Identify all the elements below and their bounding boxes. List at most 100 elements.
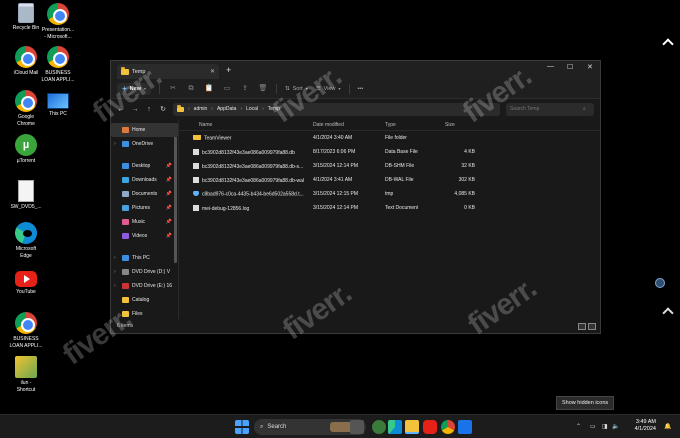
copilot-icon[interactable] bbox=[655, 278, 665, 288]
desktop-shortcut[interactable]: µ µTorrent bbox=[4, 134, 48, 165]
sidebar-item[interactable]: Desktop 📌 bbox=[111, 159, 178, 173]
search-box[interactable]: ⌕ bbox=[506, 102, 594, 116]
desktop-shortcut[interactable]: SW_DVD5_... bbox=[4, 180, 48, 211]
desktop-shortcut[interactable]: Presentation... - Microsoft... bbox=[36, 3, 80, 40]
forward-arrow-icon[interactable]: → bbox=[131, 106, 139, 113]
desktop-shortcut[interactable]: This PC bbox=[36, 90, 80, 118]
file-name-cell: TeamViewer bbox=[193, 135, 311, 141]
search-icon: ⌕ bbox=[583, 106, 586, 112]
breadcrumb-item[interactable]: Temp bbox=[268, 106, 280, 112]
navigation-pane: Home › OneDrive Desktop 📌 Downloads 📌 Documents… bbox=[111, 119, 179, 319]
teamviewer-icon[interactable] bbox=[458, 420, 472, 434]
column-name[interactable]: Name bbox=[199, 122, 212, 128]
file-row[interactable]: bc3902d8132f43e3ae086a009979fa88.db-s...… bbox=[179, 159, 600, 173]
sidebar-item-icon bbox=[122, 205, 129, 211]
desktop-shortcut[interactable]: YouTube bbox=[4, 268, 48, 296]
sidebar-item-icon bbox=[122, 219, 129, 225]
sidebar-item-icon bbox=[122, 283, 129, 289]
shortcut-icon bbox=[15, 356, 37, 378]
sidebar-item[interactable]: Pictures 📌 bbox=[111, 201, 178, 215]
details-view-icon[interactable] bbox=[578, 323, 586, 330]
chevron-up-icon[interactable]: ⌃ bbox=[576, 423, 581, 430]
chrome-icon[interactable] bbox=[441, 420, 455, 434]
command-bar: + New ▾ ✂ ⧉ 📋 ▭ ⇪ 🗑 ⇅ Sort ▾ ☰ View ▾ ••… bbox=[111, 79, 600, 99]
app-tray-icon[interactable]: ▭ bbox=[590, 423, 596, 430]
cut-icon[interactable]: ✂ bbox=[168, 85, 178, 93]
chevron-right-icon[interactable]: › bbox=[114, 283, 116, 289]
sidebar-item[interactable]: › This PC bbox=[111, 251, 178, 265]
network-icon[interactable]: ◨ bbox=[602, 423, 608, 430]
copy-icon[interactable]: ⧉ bbox=[186, 85, 196, 93]
sidebar-item-label: Documents bbox=[132, 191, 158, 197]
more-options-button[interactable]: ••• bbox=[358, 86, 364, 92]
new-button[interactable]: + New ▾ bbox=[117, 82, 151, 95]
tiles-view-icon[interactable] bbox=[588, 323, 596, 330]
delete-icon[interactable]: 🗑 bbox=[258, 85, 268, 93]
sidebar-item[interactable]: › OneDrive bbox=[111, 137, 178, 151]
task-view-icon[interactable] bbox=[350, 420, 364, 434]
maximize-button[interactable]: ☐ bbox=[567, 63, 573, 71]
back-arrow-icon[interactable]: ← bbox=[117, 106, 125, 113]
sort-icon: ⇅ bbox=[285, 85, 290, 92]
close-window-button[interactable]: ✕ bbox=[587, 63, 593, 71]
desktop-shortcut[interactable]: BUSINESS LOAN APPLI... bbox=[36, 46, 80, 83]
file-icon bbox=[193, 191, 199, 196]
sidebar-item[interactable]: › DVD Drive (E:) 16 bbox=[111, 279, 178, 293]
search-icon: ⌕ bbox=[260, 423, 264, 430]
file-row[interactable]: mei-debug-12856.log 3/15/2024 12:14 PM Tex… bbox=[179, 201, 600, 215]
refresh-icon[interactable]: ↻ bbox=[159, 105, 167, 113]
sort-label: Sort bbox=[292, 85, 303, 92]
breadcrumb-item[interactable]: admin bbox=[194, 106, 208, 112]
widgets-icon[interactable] bbox=[372, 420, 386, 434]
file-row[interactable]: bc3902d8132f43e3ae086a009979fa88.db-wal 4… bbox=[179, 173, 600, 187]
column-date-modified[interactable]: Date modified bbox=[313, 122, 344, 128]
clock[interactable]: 3:49 AM 4/1/2024 bbox=[635, 419, 656, 433]
tab-temp[interactable]: Temp ✕ bbox=[117, 64, 219, 79]
sidebar-item-icon bbox=[122, 311, 129, 317]
chevron-right-icon[interactable]: › bbox=[114, 141, 116, 147]
file-row[interactable]: c8bad976-c0ca-4435-b434-be6d502a558d.t..… bbox=[179, 187, 600, 201]
file-row[interactable]: TeamViewer 4/1/2024 3:40 AM File folder bbox=[179, 131, 600, 145]
start-icon[interactable] bbox=[235, 420, 249, 434]
minimize-button[interactable]: — bbox=[547, 63, 554, 70]
sidebar-item[interactable]: Downloads 📌 bbox=[111, 173, 178, 187]
up-arrow-icon[interactable]: ↑ bbox=[145, 106, 153, 113]
explorer-body: Home › OneDrive Desktop 📌 Downloads 📌 Documents… bbox=[111, 119, 600, 319]
desktop-shortcut[interactable]: BUSINESS LOAN APPLI... bbox=[4, 312, 48, 349]
sidebar-item[interactable]: Documents 📌 bbox=[111, 187, 178, 201]
file-explorer-icon[interactable] bbox=[405, 420, 419, 434]
close-tab-icon[interactable]: ✕ bbox=[210, 68, 215, 75]
sidebar-item[interactable]: Videos 📌 bbox=[111, 229, 178, 243]
sidebar-item-label: DVD Drive (E:) 16 bbox=[132, 283, 173, 289]
sidebar-item[interactable]: › DVD Drive (D:) V bbox=[111, 265, 178, 279]
column-type[interactable]: Type bbox=[385, 122, 396, 128]
column-size[interactable]: Size bbox=[445, 122, 455, 128]
sidebar-item[interactable]: Home bbox=[111, 123, 178, 137]
breadcrumb[interactable]: › admin › AppData › Local › Temp bbox=[173, 102, 500, 116]
notification-bell-icon[interactable]: 🔔 bbox=[664, 423, 671, 430]
desktop-shortcut[interactable]: ilun - Shortcut bbox=[4, 356, 48, 393]
breadcrumb-item[interactable]: AppData bbox=[217, 106, 236, 112]
address-bar-row: ← → ↑ ↻ › admin › AppData › Local › Temp… bbox=[111, 99, 600, 119]
sort-button[interactable]: ⇅ Sort ▾ bbox=[285, 86, 308, 92]
sidebar-item-icon bbox=[122, 191, 129, 197]
rename-icon[interactable]: ▭ bbox=[222, 85, 232, 93]
desktop-shortcut[interactable]: Microsoft Edge bbox=[4, 222, 48, 259]
chevron-right-icon[interactable]: › bbox=[114, 269, 116, 275]
volume-icon[interactable]: 🔈 bbox=[612, 423, 619, 430]
paste-icon[interactable]: 📋 bbox=[204, 85, 214, 93]
edge-icon[interactable] bbox=[388, 420, 402, 434]
sidebar-item[interactable]: Catalog bbox=[111, 293, 178, 307]
youtube-icon[interactable] bbox=[423, 420, 437, 434]
breadcrumb-item[interactable]: Local bbox=[246, 106, 258, 112]
search-input[interactable] bbox=[510, 106, 580, 112]
sidebar-item[interactable]: Music 📌 bbox=[111, 215, 178, 229]
view-button[interactable]: ☰ View ▾ bbox=[316, 86, 341, 92]
share-icon[interactable]: ⇪ bbox=[240, 85, 250, 93]
file-row[interactable]: bc3902d8132f43e3ae086a009979fa88.db 8/17/… bbox=[179, 145, 600, 159]
folder-icon bbox=[193, 135, 201, 140]
new-tab-button[interactable]: + bbox=[226, 65, 231, 75]
chevron-right-icon[interactable]: › bbox=[114, 255, 116, 261]
clock-date: 4/1/2024 bbox=[634, 426, 656, 432]
edge-icon bbox=[15, 222, 37, 244]
